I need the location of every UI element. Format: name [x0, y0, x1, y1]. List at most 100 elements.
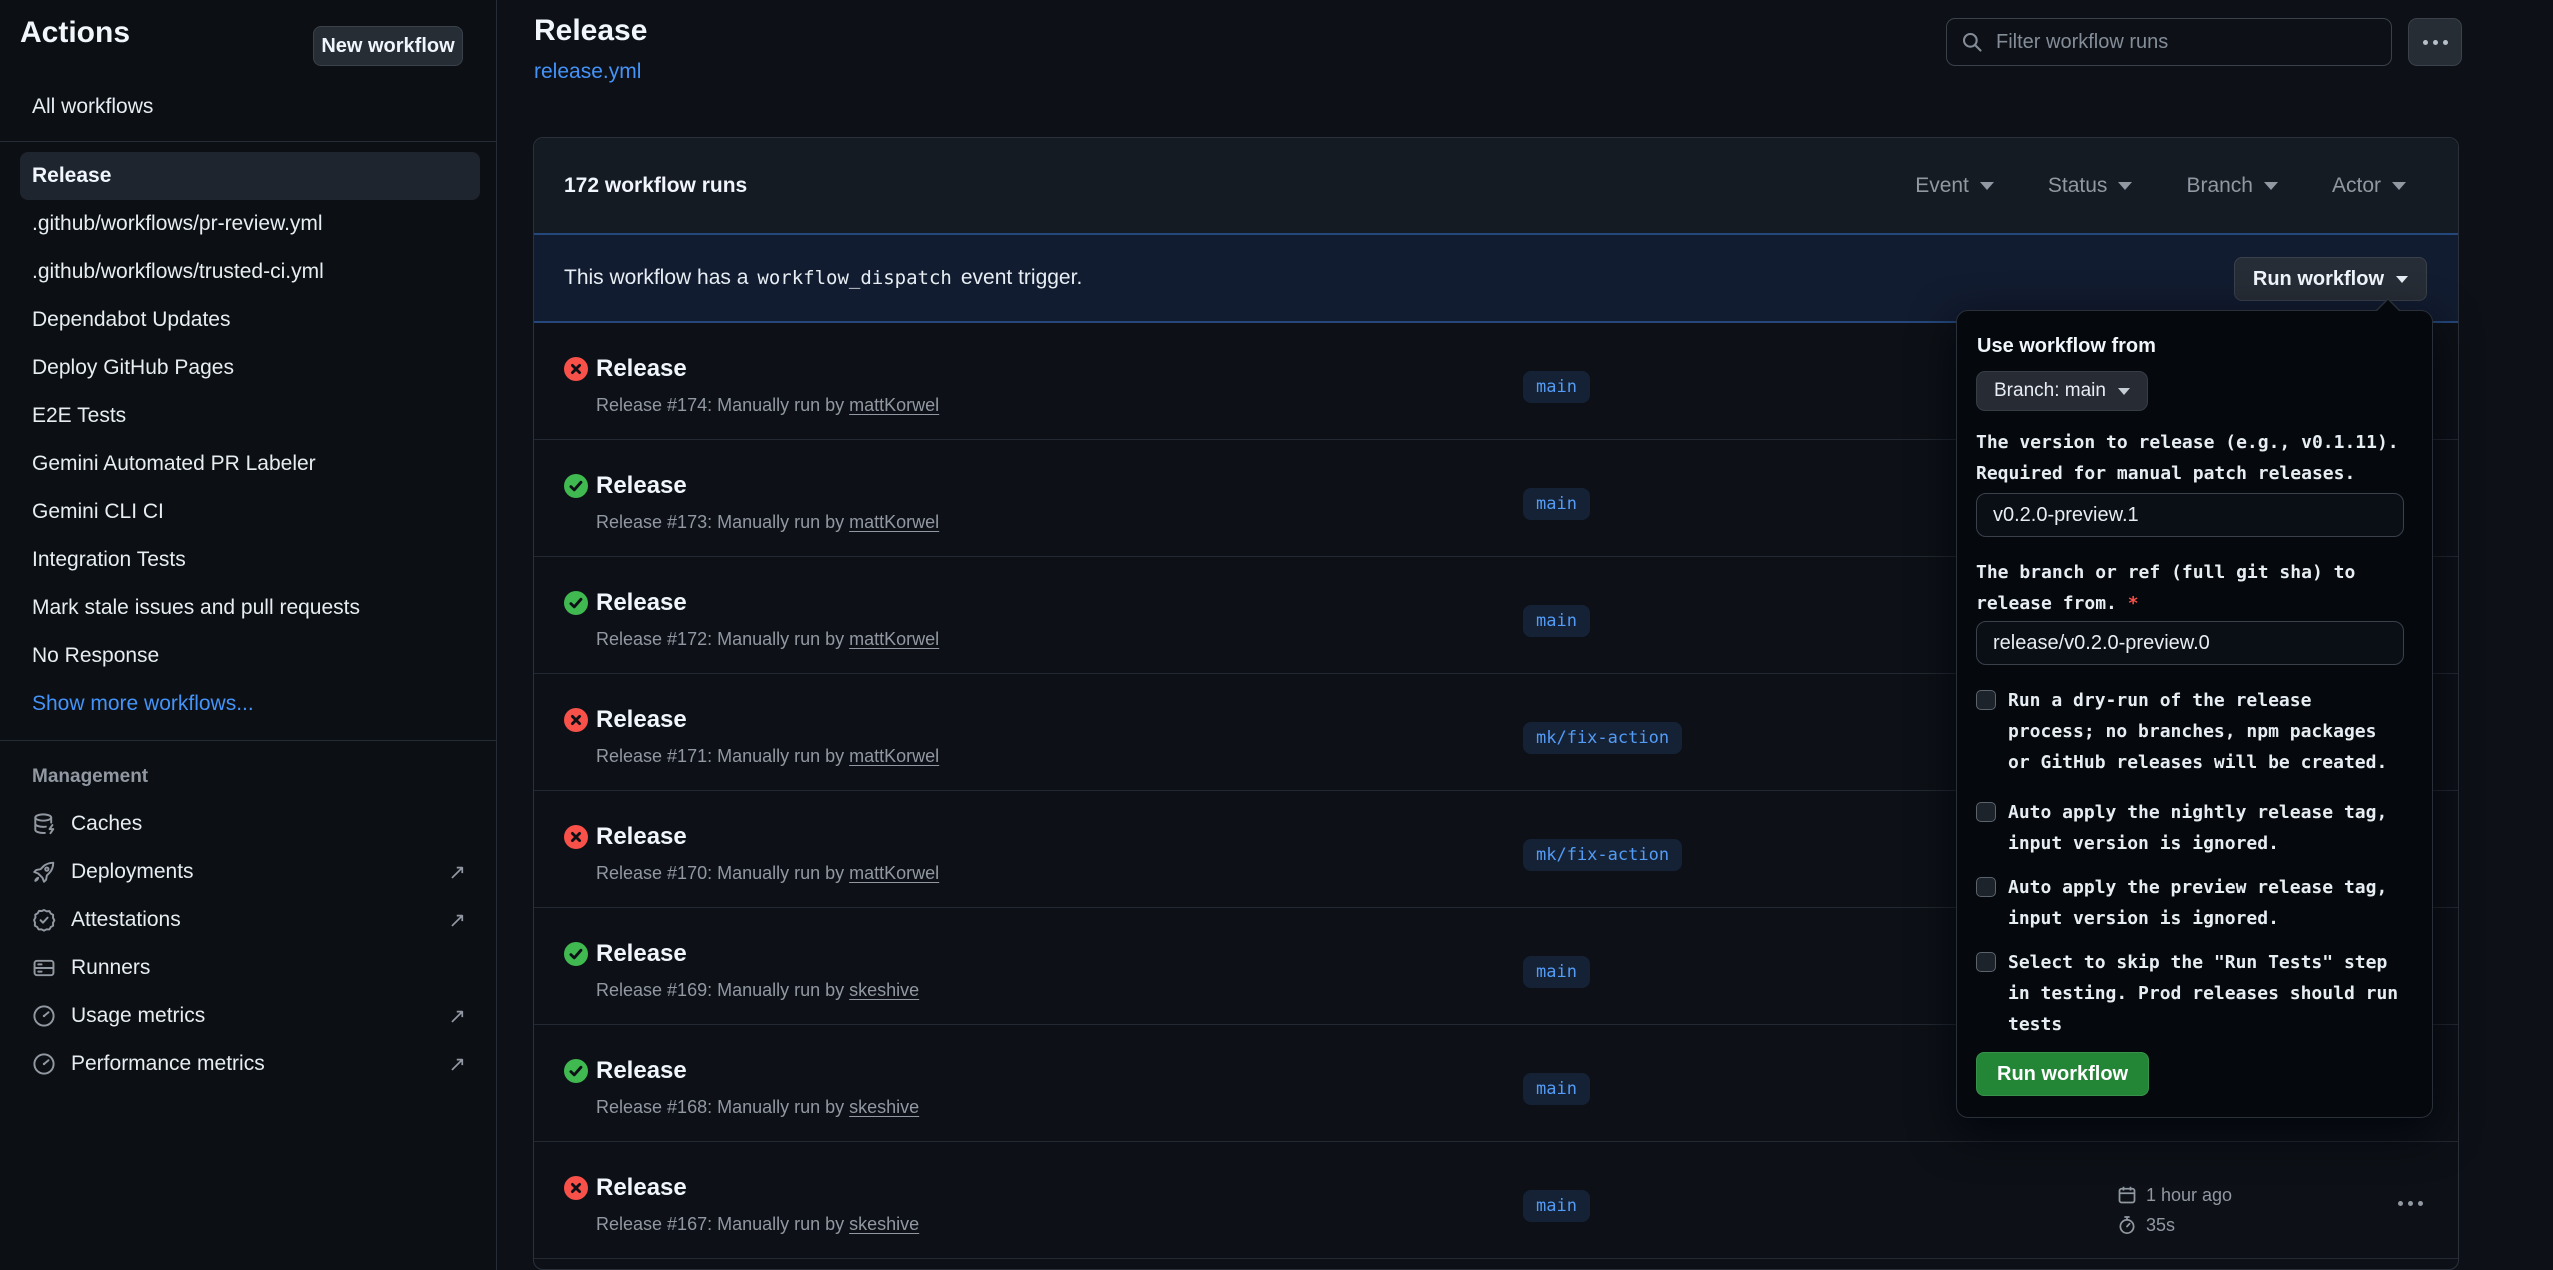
run-name-link[interactable]: Release — [596, 706, 687, 734]
checkbox-input[interactable] — [1976, 952, 1996, 972]
checkbox-input[interactable] — [1976, 802, 1996, 822]
workflow-file-link[interactable]: release.yml — [534, 60, 641, 84]
run-actor-link[interactable]: mattKorwel — [849, 629, 939, 649]
run-actor-link[interactable]: mattKorwel — [849, 395, 939, 415]
run-description: Release #169: Manually run by skeshive — [596, 980, 919, 1001]
version-input-description: The version to release (e.g., v0.1.11).R… — [1976, 427, 2399, 489]
branch-select-label: Branch: main — [1994, 380, 2106, 402]
management-item-performance-metrics[interactable]: Performance metrics↗ — [20, 1040, 480, 1088]
management-item-attestations[interactable]: Attestations↗ — [20, 896, 480, 944]
sidebar-item-all-workflows[interactable]: All workflows — [32, 90, 153, 124]
ref-input[interactable] — [1976, 621, 2404, 665]
run-meta: 1 hour ago35s — [2117, 1180, 2232, 1240]
success-icon — [564, 591, 588, 615]
external-link-icon: ↗ — [448, 908, 466, 933]
checkbox-label-line: Auto apply the nightly release tag, — [2008, 797, 2387, 828]
branch-badge[interactable]: main — [1523, 956, 1590, 988]
checkbox-label-line: tests — [2008, 1009, 2398, 1040]
run-name-link[interactable]: Release — [596, 823, 687, 851]
management-item-label: Usage metrics — [71, 1004, 205, 1028]
sidebar-item-deploy-github-pages[interactable]: Deploy GitHub Pages — [20, 344, 480, 392]
run-actions-button[interactable] — [2398, 1191, 2442, 1215]
run-name-link[interactable]: Release — [596, 1057, 687, 1085]
sidebar-item-mark-stale-issues-and-pull-requests[interactable]: Mark stale issues and pull requests — [20, 584, 480, 632]
sidebar-item-github-workflows-trusted-ci-yml[interactable]: .github/workflows/trusted-ci.yml — [20, 248, 480, 296]
management-item-label: Performance metrics — [71, 1052, 265, 1076]
sidebar-item-dependabot-updates[interactable]: Dependabot Updates — [20, 296, 480, 344]
run-workflow-dropdown-button[interactable]: Run workflow — [2234, 257, 2427, 301]
description-line: The branch or ref (full git sha) to — [1976, 557, 2355, 588]
management-item-usage-metrics[interactable]: Usage metrics↗ — [20, 992, 480, 1040]
management-item-deployments[interactable]: Deployments ↗ — [20, 848, 480, 896]
checkbox-label-line: Run a dry-run of the release — [2008, 685, 2387, 716]
sidebar-item-integration-tests[interactable]: Integration Tests — [20, 536, 480, 584]
failure-icon — [564, 357, 588, 381]
checkbox-label: Auto apply the nightly release tag,input… — [2008, 797, 2387, 859]
management-item-label: Deployments — [71, 860, 194, 884]
management-item-label: Caches — [71, 812, 142, 836]
branch-badge[interactable]: mk/fix-action — [1523, 722, 1682, 754]
run-name-link[interactable]: Release — [596, 589, 687, 617]
management-nav-list: CachesDeployments↗Attestations↗RunnersUs… — [0, 800, 496, 1088]
sidebar-item-no-response[interactable]: No Response — [20, 632, 480, 680]
filter-event[interactable]: Event — [1909, 173, 2000, 199]
sidebar-item-show-more-workflows[interactable]: Show more workflows... — [20, 680, 480, 728]
checkbox-input[interactable] — [1976, 877, 1996, 897]
run-name-link[interactable]: Release — [596, 355, 687, 383]
version-input[interactable] — [1976, 493, 2404, 537]
sidebar-item-gemini-automated-pr-labeler[interactable]: Gemini Automated PR Labeler — [20, 440, 480, 488]
stopwatch-icon — [2117, 1215, 2137, 1235]
run-name-link[interactable]: Release — [596, 1174, 687, 1202]
popover-heading: Use workflow from — [1977, 335, 2156, 358]
filter-workflow-runs-input-wrap — [1946, 18, 2392, 66]
description-line: release from. * — [1976, 588, 2355, 619]
checkbox-input[interactable] — [1976, 690, 1996, 710]
run-time-label: 1 hour ago — [2146, 1185, 2232, 1206]
rocket-icon — [32, 860, 56, 884]
run-actor-link[interactable]: skeshive — [849, 980, 919, 1000]
run-actor-link[interactable]: mattKorwel — [849, 512, 939, 532]
checkbox-label-line: process; no branches, npm packages — [2008, 716, 2387, 747]
run-workflow-submit-button[interactable]: Run workflow — [1976, 1052, 2149, 1096]
external-link-icon: ↗ — [448, 860, 466, 885]
branch-badge[interactable]: main — [1523, 1190, 1590, 1222]
workflow-options-button[interactable] — [2408, 18, 2462, 66]
branch-badge[interactable]: main — [1523, 371, 1590, 403]
branch-badge[interactable]: mk/fix-action — [1523, 839, 1682, 871]
sidebar-item-github-workflows-pr-review-yml[interactable]: .github/workflows/pr-review.yml — [20, 200, 480, 248]
filter-workflow-runs-input[interactable] — [1994, 30, 2377, 55]
run-name-link[interactable]: Release — [596, 940, 687, 968]
management-item-runners[interactable]: Runners — [20, 944, 480, 992]
run-description: Release #168: Manually run by skeshive — [596, 1097, 919, 1118]
branch-badge[interactable]: main — [1523, 605, 1590, 637]
filter-branch[interactable]: Branch — [2180, 173, 2284, 199]
sidebar-item-release[interactable]: Release — [20, 152, 480, 200]
run-actor-link[interactable]: skeshive — [849, 1214, 919, 1234]
success-icon — [564, 474, 588, 498]
run-name-link[interactable]: Release — [596, 472, 687, 500]
branch-badge[interactable]: main — [1523, 488, 1590, 520]
server-icon — [32, 956, 56, 980]
success-icon — [564, 942, 588, 966]
banner-event-code: workflow_dispatch — [757, 267, 951, 289]
cache-icon — [32, 812, 56, 836]
run-description: Release #171: Manually run by mattKorwel — [596, 746, 939, 767]
filter-actor[interactable]: Actor — [2326, 173, 2412, 199]
failure-icon — [564, 1176, 588, 1200]
popover-checkbox-row: Auto apply the preview release tag,input… — [1976, 872, 2387, 934]
management-item-caches[interactable]: Caches — [20, 800, 480, 848]
chevron-down-icon — [1980, 182, 1994, 190]
filter-status[interactable]: Status — [2042, 173, 2139, 199]
branch-select-button[interactable]: Branch: main — [1976, 371, 2148, 411]
run-actor-link[interactable]: skeshive — [849, 1097, 919, 1117]
run-actor-link[interactable]: mattKorwel — [849, 863, 939, 883]
sidebar-item-e2e-tests[interactable]: E2E Tests — [20, 392, 480, 440]
management-item-label: Runners — [71, 956, 150, 980]
search-icon — [1961, 31, 1983, 53]
checkbox-label: Run a dry-run of the releaseprocess; no … — [2008, 685, 2387, 778]
run-actor-link[interactable]: mattKorwel — [849, 746, 939, 766]
branch-badge[interactable]: main — [1523, 1073, 1590, 1105]
new-workflow-button[interactable]: New workflow — [313, 26, 463, 66]
run-description: Release #167: Manually run by skeshive — [596, 1214, 919, 1235]
sidebar-item-gemini-cli-ci[interactable]: Gemini CLI CI — [20, 488, 480, 536]
